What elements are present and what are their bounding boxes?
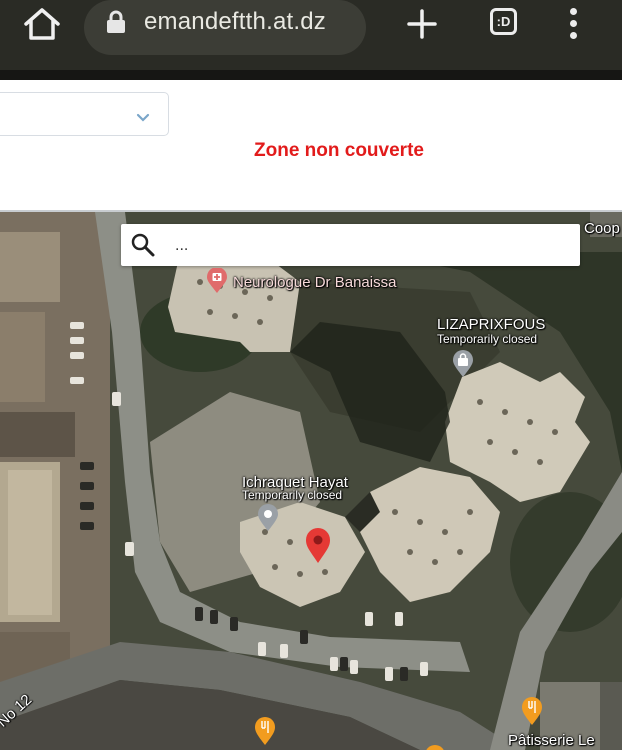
location-marker-icon[interactable]	[305, 528, 331, 569]
chevron-down-icon	[136, 113, 150, 122]
coverage-form: Zone non couverte	[0, 88, 622, 212]
home-icon	[24, 8, 60, 40]
menu-dot-icon	[570, 8, 577, 15]
new-tab-button[interactable]	[404, 6, 440, 42]
toolbar-divider	[0, 70, 622, 80]
lock-icon	[106, 10, 126, 34]
home-button[interactable]	[22, 6, 62, 42]
overflow-menu-button[interactable]	[563, 6, 585, 42]
place-status-lizaprixfous: Temporarily closed	[437, 332, 538, 346]
menu-dot-icon	[570, 20, 577, 27]
url-text[interactable]: emandeftth.at.dz	[144, 8, 326, 36]
plus-icon	[407, 9, 437, 39]
coverage-status: Zone non couverte	[254, 140, 424, 161]
hospital-pin-icon[interactable]	[206, 267, 228, 299]
food-pin-icon[interactable]	[424, 742, 446, 750]
place-label-coop[interactable]: Coop	[584, 220, 620, 237]
map-view[interactable]: Coop Neurologue Dr Banaissa LIZAPRIXFOUS…	[0, 212, 622, 750]
shopping-pin-icon[interactable]	[452, 350, 474, 383]
browser-toolbar: emandeftth.at.dz :D	[0, 0, 622, 70]
address-select[interactable]	[0, 92, 169, 136]
place-status-ichraquet-hayat: Temporarily closed	[242, 488, 343, 502]
place-pin-icon[interactable]	[257, 504, 279, 537]
search-icon	[131, 233, 155, 257]
map-search-input[interactable]	[173, 232, 557, 260]
tab-count: :D	[490, 8, 517, 35]
place-label-patisserie[interactable]: Pâtisserie Le	[508, 732, 595, 749]
map-search-box[interactable]	[121, 224, 580, 266]
restaurant-pin-icon[interactable]	[254, 716, 276, 750]
place-label-neurologue[interactable]: Neurologue Dr Banaissa	[233, 274, 396, 291]
place-label-lizaprixfous[interactable]: LIZAPRIXFOUS	[437, 316, 545, 333]
menu-dot-icon	[570, 32, 577, 39]
bakery-pin-icon[interactable]	[521, 696, 543, 731]
